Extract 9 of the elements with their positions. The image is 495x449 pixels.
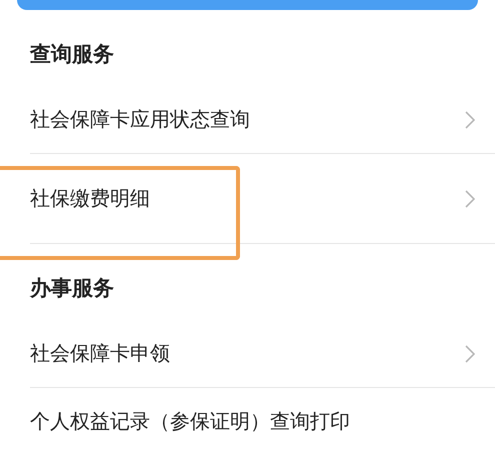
menu-item[interactable]: 社会保障卡应用状态查询 (30, 86, 495, 154)
chevron-icon (465, 110, 475, 128)
section-title: 查询服务 (28, 41, 115, 68)
chevron-icon (465, 344, 475, 362)
menu-item[interactable]: 社保缴费明细 (30, 154, 495, 244)
menu-item[interactable]: 个人权益记录（参保证明）查询打印 (30, 388, 495, 449)
chevron-icon (465, 190, 475, 208)
menu-item[interactable]: 社会保障卡申领 (30, 320, 495, 388)
section-title: 办事服务 (28, 275, 115, 302)
